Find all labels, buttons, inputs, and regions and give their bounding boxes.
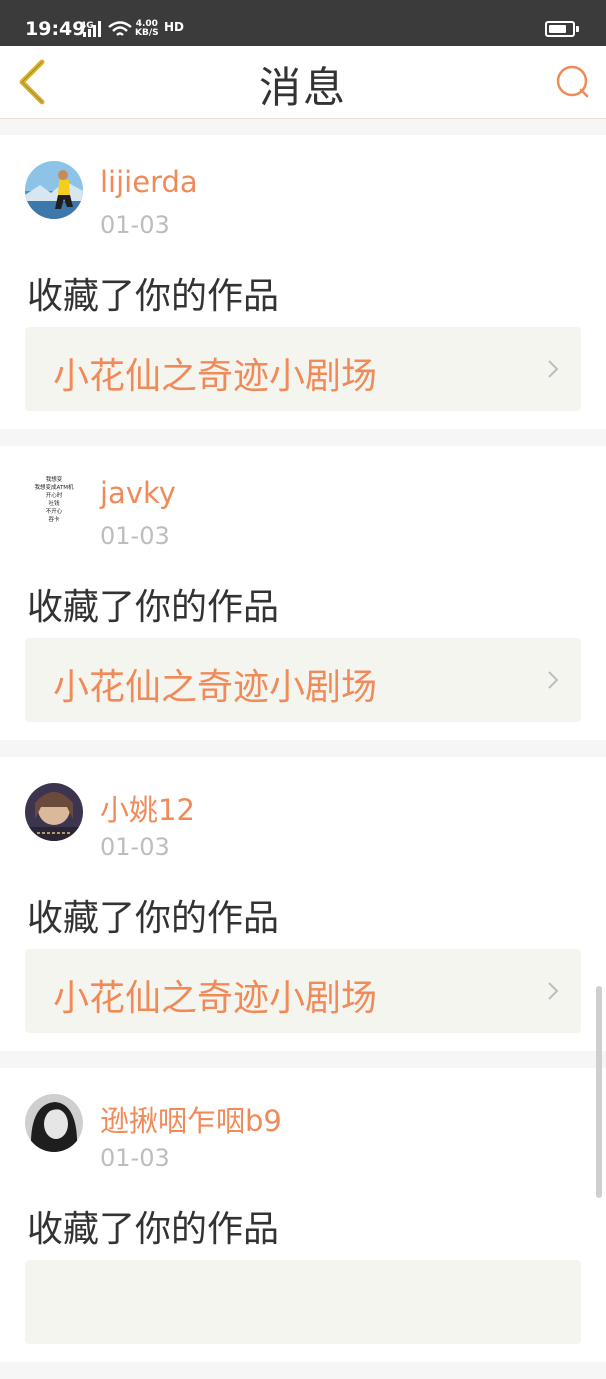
avatar-text-line: 开心时 <box>45 493 63 499</box>
username[interactable]: lijierda <box>100 165 198 199</box>
notification-item: lijierda 01-03 收藏了你的作品 小花仙之奇迹小剧场 <box>0 135 606 429</box>
date: 01-03 <box>100 833 170 861</box>
battery-icon <box>545 21 575 37</box>
page-title: 消息 <box>258 63 347 112</box>
work-title: 小花仙之奇迹小剧场 <box>53 356 378 397</box>
work-title: 小花仙之奇迹小剧场 <box>53 667 378 708</box>
avatar[interactable]: 我想变 我想变成ATM机 开心时 吐钱 不开心 吞卡 <box>25 472 83 530</box>
avatar-text-line: 我想变 <box>45 477 63 483</box>
chevron-right-icon <box>548 360 559 378</box>
status-bar: 19:49 4G 4.00 KB/S HD <box>0 0 606 46</box>
notification-list: lijierda 01-03 收藏了你的作品 小花仙之奇迹小剧场 我想变 我想变… <box>0 135 606 1379</box>
battery-tip <box>576 26 579 32</box>
avatar-text-line: 吞卡 <box>48 517 60 523</box>
work-link[interactable]: 小花仙之奇迹小剧场 <box>25 327 581 411</box>
scrollbar[interactable] <box>596 986 602 1198</box>
search-button[interactable] <box>550 60 594 104</box>
chevron-right-icon <box>548 671 559 689</box>
username[interactable]: 小姚12 <box>100 787 195 829</box>
notification-item: 我想变 我想变成ATM机 开心时 吐钱 不开心 吞卡 javky 01-03 收… <box>0 446 606 740</box>
work-title: 小花仙之奇迹小剧场 <box>53 978 378 1019</box>
status-time: 19:49 <box>25 18 86 40</box>
avatar[interactable] <box>25 783 83 841</box>
network-speed: 4.00 KB/S <box>135 20 159 38</box>
action-text: 收藏了你的作品 <box>27 587 280 628</box>
signal-icon <box>83 21 101 37</box>
speed-unit: KB/S <box>135 28 159 38</box>
search-icon <box>556 65 589 98</box>
header: 消息 <box>0 46 606 119</box>
date: 01-03 <box>100 1144 170 1172</box>
chevron-right-icon <box>548 982 559 1000</box>
battery-level <box>549 25 566 33</box>
avatar-text-line: 不开心 <box>45 509 63 515</box>
work-link[interactable]: 小花仙之奇迹小剧场 <box>25 949 581 1033</box>
date: 01-03 <box>100 522 170 550</box>
notification-item: 逊揪咽乍咽b9 01-03 收藏了你的作品 <box>0 1068 606 1362</box>
avatar-text-line: 我想变成ATM机 <box>34 485 74 491</box>
work-link[interactable]: 小花仙之奇迹小剧场 <box>25 638 581 722</box>
username[interactable]: 逊揪咽乍咽b9 <box>100 1098 282 1140</box>
wifi-icon <box>108 21 132 36</box>
avatar[interactable] <box>25 1094 83 1152</box>
date: 01-03 <box>100 211 170 239</box>
action-text: 收藏了你的作品 <box>27 1209 280 1250</box>
username[interactable]: javky <box>100 476 176 510</box>
action-text: 收藏了你的作品 <box>27 898 280 939</box>
hd-badge: HD <box>164 20 185 34</box>
action-text: 收藏了你的作品 <box>27 276 280 317</box>
work-link[interactable] <box>25 1260 581 1344</box>
avatar[interactable] <box>25 161 83 219</box>
avatar-text-line: 吐钱 <box>48 501 60 507</box>
notification-item: 小姚12 01-03 收藏了你的作品 小花仙之奇迹小剧场 <box>0 757 606 1051</box>
